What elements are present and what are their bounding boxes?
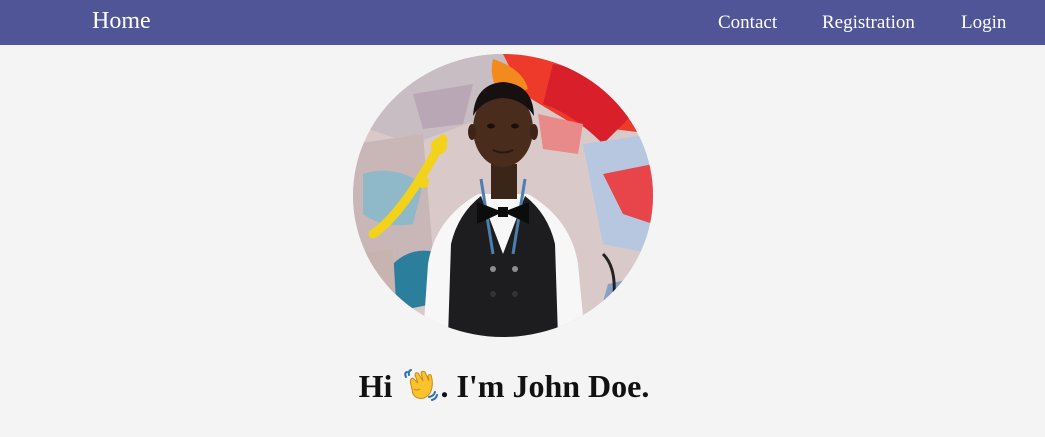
greeting-heading: Hi . I'm John Doe. <box>0 366 1008 406</box>
greeting-suffix: . I'm John Doe. <box>440 368 650 404</box>
profile-avatar <box>353 54 653 337</box>
waving-hand-icon <box>404 369 439 401</box>
nav-link-contact[interactable]: Contact <box>718 12 777 34</box>
greeting-prefix: Hi <box>358 368 393 404</box>
home-link[interactable]: Home <box>92 7 151 35</box>
top-navbar: Home Contact Registration Login <box>0 0 1045 45</box>
nav-link-login[interactable]: Login <box>961 12 1006 34</box>
nav-link-registration[interactable]: Registration <box>822 12 915 34</box>
profile-photo <box>353 54 653 337</box>
